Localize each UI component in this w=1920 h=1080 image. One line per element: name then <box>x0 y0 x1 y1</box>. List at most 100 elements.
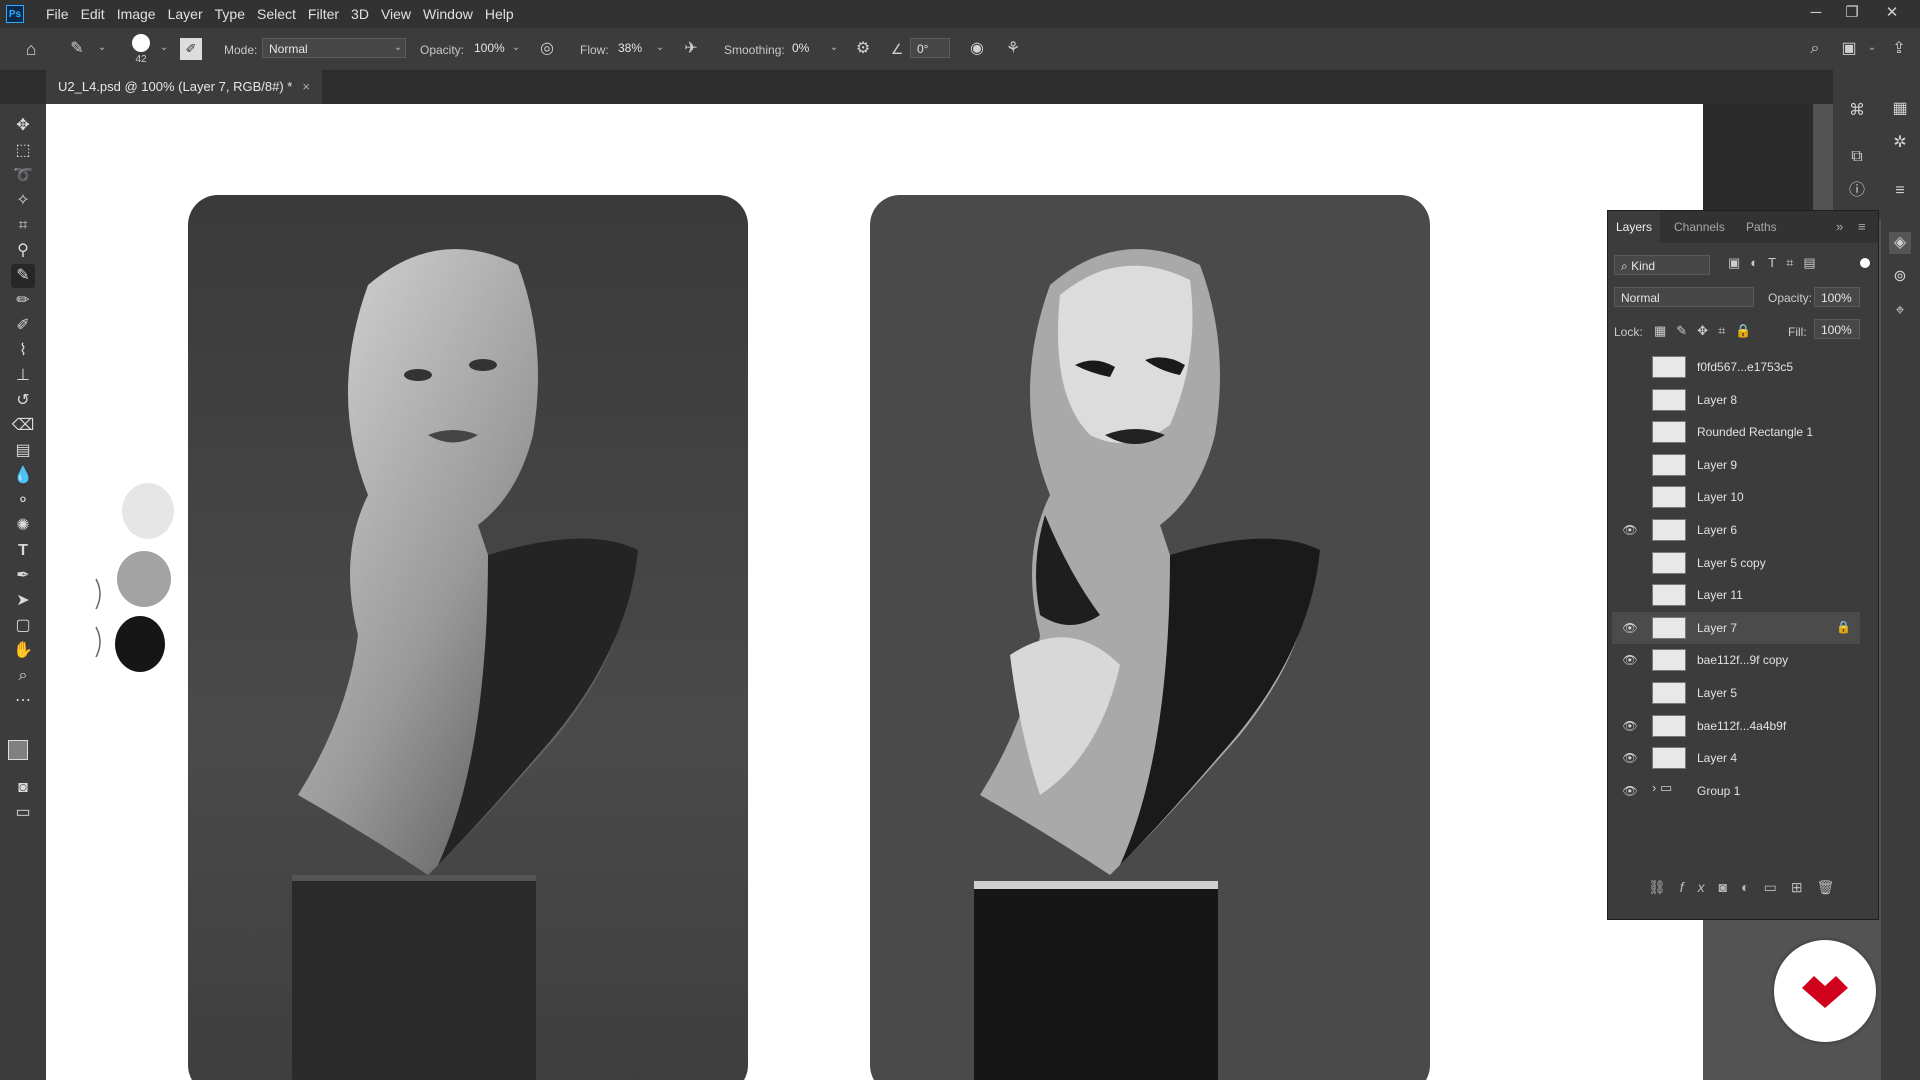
layer-row[interactable]: Rounded Rectangle 1 <box>1612 416 1860 448</box>
more-tools-icon[interactable]: ⋯ <box>11 689 35 713</box>
lock-icons[interactable]: ▦✎✥⌗🔒 <box>1654 323 1762 339</box>
move-tool-icon[interactable]: ✥ <box>11 114 35 138</box>
info-icon[interactable]: ⓘ <box>1846 180 1868 202</box>
pencil-tool-icon[interactable]: ✏ <box>11 289 35 313</box>
type-tool-icon[interactable]: T <box>11 539 35 563</box>
pen-tool-icon[interactable]: ✒ <box>11 564 35 588</box>
marquee-tool-icon[interactable]: ⬚ <box>11 139 35 163</box>
layer-row[interactable]: Layer 8 <box>1612 384 1860 416</box>
menu-window[interactable]: Window <box>417 0 479 28</box>
eye-icon[interactable]: 👁 <box>1622 718 1638 734</box>
layer-row[interactable]: 👁 › ▭ Group 1 <box>1612 775 1860 807</box>
blend-mode-select[interactable]: Normal <box>1614 287 1754 307</box>
home-icon[interactable]: ⌂ <box>20 38 42 60</box>
brush-tool-icon[interactable]: ✎ <box>11 264 35 288</box>
visibility-toggle-empty[interactable] <box>1622 685 1638 701</box>
eye-icon[interactable]: 👁 <box>1622 522 1638 538</box>
pressure-opacity-icon[interactable]: ◎ <box>536 38 558 60</box>
quick-mask-icon[interactable]: ◙ <box>11 776 35 800</box>
blur-tool-icon[interactable]: 💧 <box>11 464 35 488</box>
screen-mode-icon[interactable]: ▭ <box>11 801 35 825</box>
layer-opacity-input[interactable]: 100% <box>1814 287 1860 307</box>
filter-toggle-icon[interactable] <box>1860 258 1870 268</box>
menu-view[interactable]: View <box>375 0 417 28</box>
layers-panel-icon[interactable]: ◈ <box>1889 232 1911 254</box>
adjustment-icon[interactable]: ◐ <box>1741 879 1763 895</box>
path-selection-icon[interactable]: ➤ <box>11 589 35 613</box>
symmetry-icon[interactable]: ⚘ <box>1002 38 1024 60</box>
brush-variant-icon[interactable]: ⌇ <box>11 339 35 363</box>
tab-layers[interactable]: Layers <box>1608 211 1661 243</box>
visibility-toggle-empty[interactable] <box>1622 392 1638 408</box>
airbrush-icon[interactable]: ✈ <box>680 38 702 60</box>
layer-row[interactable]: Layer 5 <box>1612 677 1860 709</box>
layer-row[interactable]: 👁 Layer 4 <box>1612 742 1860 774</box>
eye-icon[interactable]: 👁 <box>1622 750 1638 766</box>
flow-input[interactable]: 38% <box>612 38 652 58</box>
properties-panel-icon[interactable]: ≡ <box>1889 180 1911 202</box>
gradient-tool-icon[interactable]: ▤ <box>11 439 35 463</box>
mode-select[interactable]: Normal <box>262 38 406 58</box>
crop-tool-icon[interactable]: ⌗ <box>11 214 35 238</box>
share-icon[interactable]: ⇪ <box>1888 38 1910 60</box>
magic-wand-icon[interactable]: ✧ <box>11 189 35 213</box>
tab-paths[interactable]: Paths <box>1738 211 1785 243</box>
brush-preset-caret[interactable]: ⌄ <box>96 40 108 56</box>
filter-icons[interactable]: ▣◐T⌗▤ <box>1728 255 1826 271</box>
brush-tool-icon[interactable]: ✎ <box>66 38 88 60</box>
clone-source-icon[interactable]: ⧉ <box>1846 146 1868 168</box>
trash-icon[interactable]: 🗑 <box>1817 879 1849 895</box>
fx-icon[interactable]: fx <box>1680 879 1719 895</box>
menu-help[interactable]: Help <box>479 0 520 28</box>
brush-settings-icon[interactable]: ✐ <box>180 38 202 60</box>
visibility-toggle-empty[interactable] <box>1622 587 1638 603</box>
visibility-toggle-empty[interactable] <box>1622 457 1638 473</box>
visibility-toggle-empty[interactable] <box>1622 359 1638 375</box>
brush-size-caret[interactable]: ⌄ <box>158 40 170 56</box>
channels-panel-icon[interactable]: ⊚ <box>1889 266 1911 288</box>
new-layer-icon[interactable]: ⊞ <box>1791 879 1817 895</box>
mixer-brush-icon[interactable]: ✐ <box>11 314 35 338</box>
swatches-panel-icon[interactable]: ▦ <box>1889 98 1911 120</box>
link-icon[interactable]: ⛓ <box>1648 879 1680 895</box>
stamp-tool-icon[interactable]: ⊥ <box>11 364 35 388</box>
menu-type[interactable]: Type <box>209 0 251 28</box>
menu-edit[interactable]: Edit <box>75 0 111 28</box>
sponge-tool-icon[interactable]: ✺ <box>11 514 35 538</box>
menu-image[interactable]: Image <box>111 0 162 28</box>
menu-layer[interactable]: Layer <box>162 0 209 28</box>
layer-row[interactable]: 👁 Layer 6 <box>1612 514 1860 546</box>
layer-row[interactable]: Layer 11 <box>1612 579 1860 611</box>
minimize-button[interactable]: ─ <box>1804 2 1828 24</box>
brush-settings-panel-icon[interactable]: ⌘ <box>1846 100 1868 122</box>
search-icon[interactable]: ⌕ <box>1804 38 1826 60</box>
navigator-panel-icon[interactable]: ✲ <box>1889 132 1911 154</box>
shape-tool-icon[interactable]: ▢ <box>11 614 35 638</box>
layer-row[interactable]: f0fd567...e1753c5 <box>1612 351 1860 383</box>
close-button[interactable]: ✕ <box>1880 2 1904 24</box>
menu-select[interactable]: Select <box>251 0 302 28</box>
lasso-tool-icon[interactable]: ➰ <box>11 164 35 188</box>
fill-input[interactable]: 100% <box>1814 319 1860 339</box>
hand-tool-icon[interactable]: ✋ <box>11 639 35 663</box>
opacity-input[interactable]: 100% <box>468 38 506 58</box>
eye-icon[interactable]: 👁 <box>1622 783 1638 799</box>
document-canvas[interactable] <box>46 104 1703 1080</box>
eyedropper-icon[interactable]: ⚲ <box>11 239 35 263</box>
tab-channels[interactable]: Channels <box>1666 211 1733 243</box>
close-tab-icon[interactable]: × <box>302 70 310 104</box>
visibility-toggle-empty[interactable] <box>1622 424 1638 440</box>
menu-file[interactable]: File <box>40 0 75 28</box>
layer-row[interactable]: Layer 5 copy <box>1612 547 1860 579</box>
panel-menu-icon[interactable]: ≡ <box>1858 219 1866 234</box>
zoom-tool-icon[interactable]: ⌕ <box>11 664 35 688</box>
menu-3d[interactable]: 3D <box>345 0 375 28</box>
collapse-panel-icon[interactable]: » <box>1836 219 1843 234</box>
folder-icon[interactable]: ▭ <box>1764 879 1791 895</box>
opacity-caret[interactable]: ⌄ <box>510 40 522 56</box>
workspace-caret[interactable]: ⌄ <box>1866 40 1878 56</box>
filter-kind-select[interactable]: ⌕ Kind <box>1614 255 1710 275</box>
visibility-toggle-empty[interactable] <box>1622 555 1638 571</box>
layer-row[interactable]: Layer 10 <box>1612 481 1860 513</box>
brush-tip-preview[interactable] <box>132 34 150 52</box>
